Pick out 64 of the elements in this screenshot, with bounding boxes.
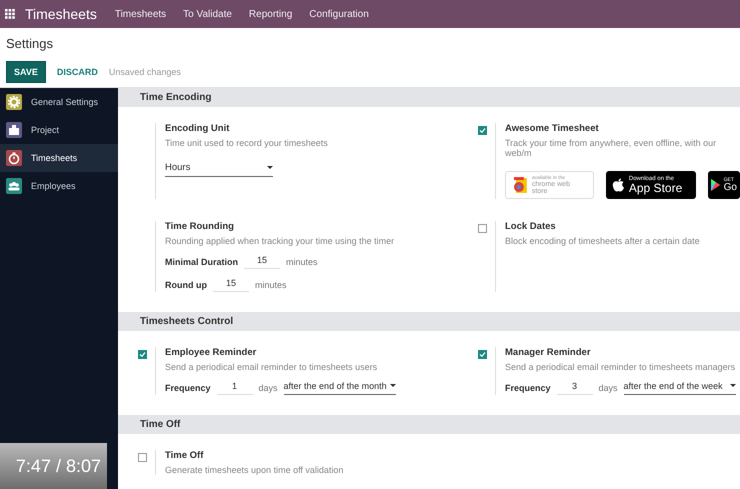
sidebar-item[interactable]: Timesheets: [0, 144, 118, 172]
page-title: Settings: [6, 36, 54, 51]
setting-description: Send a periodical email reminder to timesheets users: [165, 362, 378, 372]
sidebar-label: Employees: [31, 181, 76, 191]
field-label: Minimal Duration: [165, 256, 238, 266]
menu-item[interactable]: To Validate: [183, 8, 232, 20]
unit-label: minutes: [255, 280, 287, 290]
number-field[interactable]: 15: [213, 277, 249, 292]
section-title: Timesheets Control: [140, 316, 234, 327]
unit-label: days: [598, 382, 618, 392]
menu-item[interactable]: Timesheets: [114, 8, 166, 20]
play-logo-icon: [710, 179, 720, 191]
checkbox[interactable]: [478, 350, 487, 359]
caret-icon: [390, 384, 396, 387]
badge-store-name: App Store: [628, 182, 682, 194]
checkbox[interactable]: [478, 224, 487, 233]
period-select[interactable]: after the end of the month: [284, 380, 396, 394]
sidebar-label: General Settings: [31, 97, 98, 107]
apps-menu-icon[interactable]: [5, 9, 15, 19]
caret-icon: [730, 384, 736, 387]
unit-label: days: [258, 382, 278, 392]
sidebar-item[interactable]: General Settings: [0, 88, 118, 116]
setting-description: Track your time from anywhere, even offline, with our web/m: [505, 138, 718, 158]
badge-store-name: Go: [724, 182, 737, 192]
number-field[interactable]: 15: [244, 254, 280, 269]
setting-description: Send a periodical email reminder to timesheets managers: [505, 362, 736, 372]
setting-title: Awesome Timesheet: [505, 123, 600, 134]
setting-description: Generate timesheets upon time off validation: [165, 465, 344, 475]
field-label: Round up: [165, 280, 207, 290]
discard-button[interactable]: DISCARD: [54, 62, 100, 82]
sidebar-item[interactable]: Project: [0, 116, 118, 144]
setting-description: Rounding applied when tracking your time using the timer: [165, 236, 394, 246]
field-label: Frequency: [505, 382, 551, 392]
checkbox[interactable]: [478, 126, 487, 135]
field-label: Frequency: [165, 382, 211, 392]
number-field[interactable]: 3: [556, 380, 593, 395]
setting-title: Employee Reminder: [165, 347, 258, 358]
setting-title: Lock Dates: [505, 221, 557, 232]
setting-title: Encoding Unit: [165, 123, 230, 134]
sidebar-label: Project: [31, 125, 60, 135]
apple-logo-icon: [612, 178, 625, 192]
unit-label: minutes: [286, 256, 318, 266]
checkbox[interactable]: [138, 350, 147, 359]
sidebar-item[interactable]: Employees: [0, 172, 118, 200]
setting-description: Time unit used to record your timesheets: [165, 138, 328, 148]
setting-title: Time Off: [165, 450, 204, 461]
setting-title: Manager Reminder: [505, 347, 592, 358]
setting-description: Block encoding of timesheets after a certain date: [505, 236, 700, 246]
section-title: Time Off: [140, 419, 180, 430]
caret-icon: [267, 166, 273, 169]
video-time-overlay: 7:47 / 8:07: [0, 443, 107, 489]
menu-item[interactable]: Configuration: [309, 8, 369, 20]
number-field[interactable]: 1: [216, 380, 253, 395]
setting-title: Time Rounding: [165, 221, 235, 232]
app-title: Timesheets: [25, 6, 97, 22]
period-select[interactable]: after the end of the week: [624, 380, 736, 394]
chrome-logo-icon: [512, 176, 528, 194]
menu-item[interactable]: Reporting: [248, 8, 292, 20]
checkbox[interactable]: [138, 453, 147, 462]
status-text: Unsaved changes: [108, 67, 181, 77]
save-button[interactable]: SAVE: [6, 61, 46, 83]
section-title: Time Encoding: [140, 92, 212, 103]
sidebar-label: Timesheets: [31, 153, 78, 163]
encoding-unit-select[interactable]: Hours: [165, 162, 273, 177]
